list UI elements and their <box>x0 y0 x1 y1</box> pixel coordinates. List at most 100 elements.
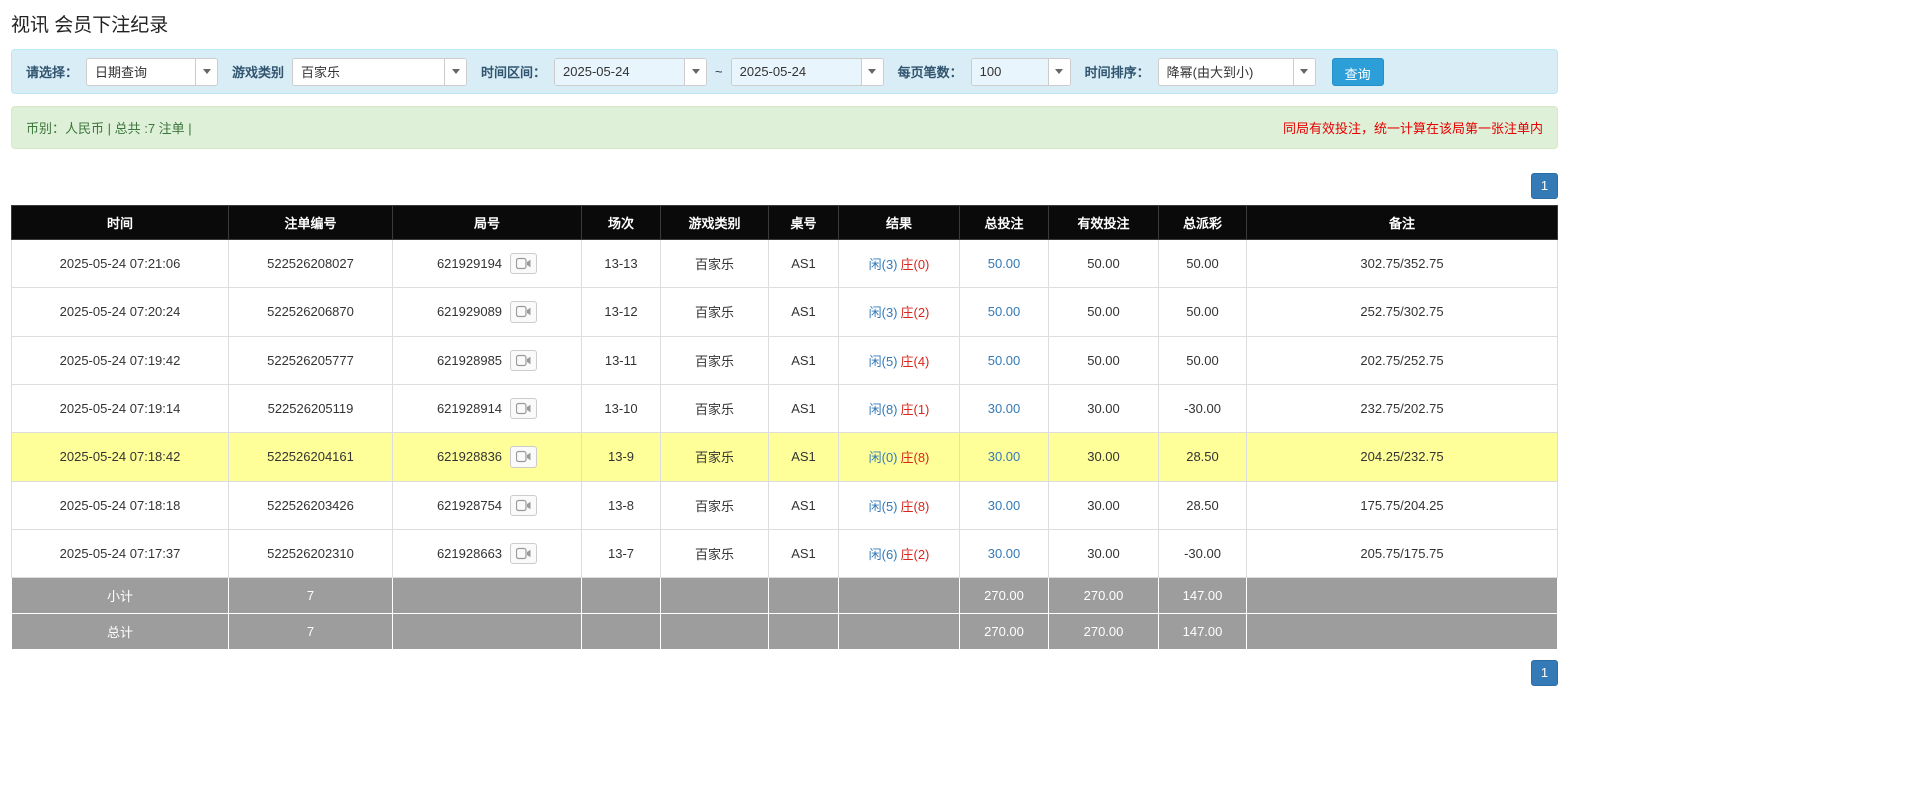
cell-time: 2025-05-24 07:21:06 <box>11 238 229 289</box>
result-banker: 庄(0) <box>900 257 930 273</box>
cell-round-id: 621928754 <box>392 480 582 530</box>
cell-bet-id: 522526203426 <box>228 480 393 530</box>
cell-result: 闲(3) 庄(0) <box>838 238 960 289</box>
cell-round-id: 621929089 <box>392 287 582 337</box>
round-id-text: 621928754 <box>436 497 503 513</box>
video-icon <box>515 451 531 466</box>
cell-round-id: 621928985 <box>392 335 582 385</box>
cell-payout: 50.00 <box>1158 335 1247 385</box>
cell-note: 202.75/252.75 <box>1246 335 1558 385</box>
total-bet-link[interactable]: 30.00 <box>988 401 1021 416</box>
cell-bet-id: 522526204161 <box>228 432 393 482</box>
result-banker: 庄(8) <box>900 498 930 514</box>
total-bet-link[interactable]: 50.00 <box>988 256 1021 271</box>
total-bet-link[interactable]: 50.00 <box>988 304 1021 319</box>
date-type-select[interactable]: 日期查询 <box>86 57 219 86</box>
search-button[interactable]: 查询 <box>1331 57 1384 86</box>
page-button-1[interactable]: 1 <box>1531 173 1558 199</box>
cell-payout: -30.00 <box>1158 528 1247 579</box>
chevron-down-icon <box>195 58 218 85</box>
total-bet-link[interactable]: 30.00 <box>988 546 1021 561</box>
header-session: 场次 <box>581 205 661 240</box>
cell-total-bet: 30.00 <box>959 432 1049 482</box>
video-icon-button[interactable] <box>510 301 538 323</box>
header-result: 结果 <box>838 205 960 240</box>
cell-bet-id: 522526205777 <box>228 335 393 385</box>
header-total-bet: 总投注 <box>959 205 1049 240</box>
cell-game-type: 百家乐 <box>660 480 769 530</box>
round-id-text: 621928914 <box>436 401 503 417</box>
total-bet-link[interactable]: 30.00 <box>988 498 1021 513</box>
game-type-value: 百家乐 <box>293 58 445 85</box>
cell-round-id: 621928663 <box>392 528 582 579</box>
header-payout: 总派彩 <box>1158 205 1247 240</box>
result-banker: 庄(1) <box>900 402 930 418</box>
header-table-no: 桌号 <box>768 205 839 240</box>
round-id-text: 621929194 <box>436 256 503 272</box>
video-icon-button[interactable] <box>510 494 538 516</box>
summary-bar: 币别：人民币 | 总共 :7 注单 | 同局有效投注，统一计算在该局第一张注单内 <box>11 106 1558 149</box>
round-id-text: 621929089 <box>436 304 503 320</box>
cell-valid-bet: 30.00 <box>1048 432 1159 482</box>
cell-round-id: 621929194 <box>392 238 582 289</box>
subtotal-valid-bet: 270.00 <box>1048 577 1159 615</box>
cell-bet-id: 522526205119 <box>228 383 393 434</box>
cell-total-bet: 50.00 <box>959 238 1049 289</box>
header-valid-bet: 有效投注 <box>1048 205 1159 240</box>
per-page-label: 每页笔数： <box>897 65 963 80</box>
date-type-value: 日期查询 <box>87 58 196 85</box>
game-type-select[interactable]: 百家乐 <box>292 57 468 86</box>
subtotal-payout: 147.00 <box>1158 577 1247 615</box>
cell-result: 闲(5) 庄(4) <box>838 335 960 385</box>
subtotal-row: 小计 7 270.00 270.00 147.00 <box>11 577 1558 615</box>
video-icon-button[interactable] <box>510 446 538 468</box>
per-page-select[interactable]: 100 <box>970 57 1071 86</box>
filter-bar: 请选择： 日期查询 游戏类别 百家乐 时间区间： 2025-05-24 ~ 20… <box>11 49 1558 94</box>
cell-round-id: 621928914 <box>392 383 582 434</box>
time-sort-label: 时间排序： <box>1084 65 1150 80</box>
page-button-1[interactable]: 1 <box>1531 660 1558 687</box>
round-id-text: 621928663 <box>436 546 503 562</box>
cell-total-bet: 30.00 <box>959 528 1049 579</box>
video-icon <box>515 306 531 321</box>
table-row: 2025-05-24 07:17:37 522526202310 6219286… <box>11 528 1558 579</box>
total-bet-link[interactable]: 30.00 <box>988 449 1021 464</box>
cell-time: 2025-05-24 07:19:42 <box>11 335 229 385</box>
video-icon-button[interactable] <box>510 253 538 275</box>
result-player: 闲(0) <box>868 450 898 466</box>
cell-session: 13-7 <box>581 528 661 579</box>
result-player: 闲(8) <box>868 402 898 418</box>
table-row: 2025-05-24 07:19:14 522526205119 6219289… <box>11 383 1558 434</box>
cell-session: 13-13 <box>581 238 661 289</box>
cell-result: 闲(8) 庄(1) <box>838 383 960 434</box>
total-bet-link[interactable]: 50.00 <box>988 353 1021 368</box>
cell-session: 13-8 <box>581 480 661 530</box>
date-from-select[interactable]: 2025-05-24 <box>554 57 708 86</box>
date-to-value: 2025-05-24 <box>731 58 861 85</box>
cell-game-type: 百家乐 <box>660 238 769 289</box>
cell-game-type: 百家乐 <box>660 528 769 579</box>
table-header: 时间 注单编号 局号 场次 游戏类别 桌号 结果 总投注 有效投注 总派彩 备注 <box>11 205 1558 240</box>
cell-note: 175.75/204.25 <box>1246 480 1558 530</box>
cell-total-bet: 30.00 <box>959 383 1049 434</box>
pagination-top: 1 <box>11 173 1558 199</box>
video-icon-button[interactable] <box>510 397 538 420</box>
time-sort-select[interactable]: 降幂(由大到小) <box>1157 57 1316 86</box>
time-range-label: 时间区间： <box>481 65 547 80</box>
total-label: 总计 <box>11 613 229 651</box>
cell-note: 232.75/202.75 <box>1246 383 1558 434</box>
cell-bet-id: 522526206870 <box>228 287 393 337</box>
cell-game-type: 百家乐 <box>660 383 769 434</box>
cell-result: 闲(6) 庄(2) <box>838 528 960 579</box>
video-icon-button[interactable] <box>510 542 538 565</box>
table-row: 2025-05-24 07:21:06 522526208027 6219291… <box>11 238 1558 289</box>
cell-note: 205.75/175.75 <box>1246 528 1558 579</box>
date-to-select[interactable]: 2025-05-24 <box>730 57 884 86</box>
video-icon-button[interactable] <box>510 349 538 371</box>
video-icon <box>515 257 531 273</box>
total-valid-bet: 270.00 <box>1048 613 1159 651</box>
result-banker: 庄(2) <box>900 305 930 321</box>
cell-table-no: AS1 <box>768 238 839 289</box>
cell-note: 252.75/302.75 <box>1246 287 1558 337</box>
chevron-down-icon <box>1292 58 1315 85</box>
